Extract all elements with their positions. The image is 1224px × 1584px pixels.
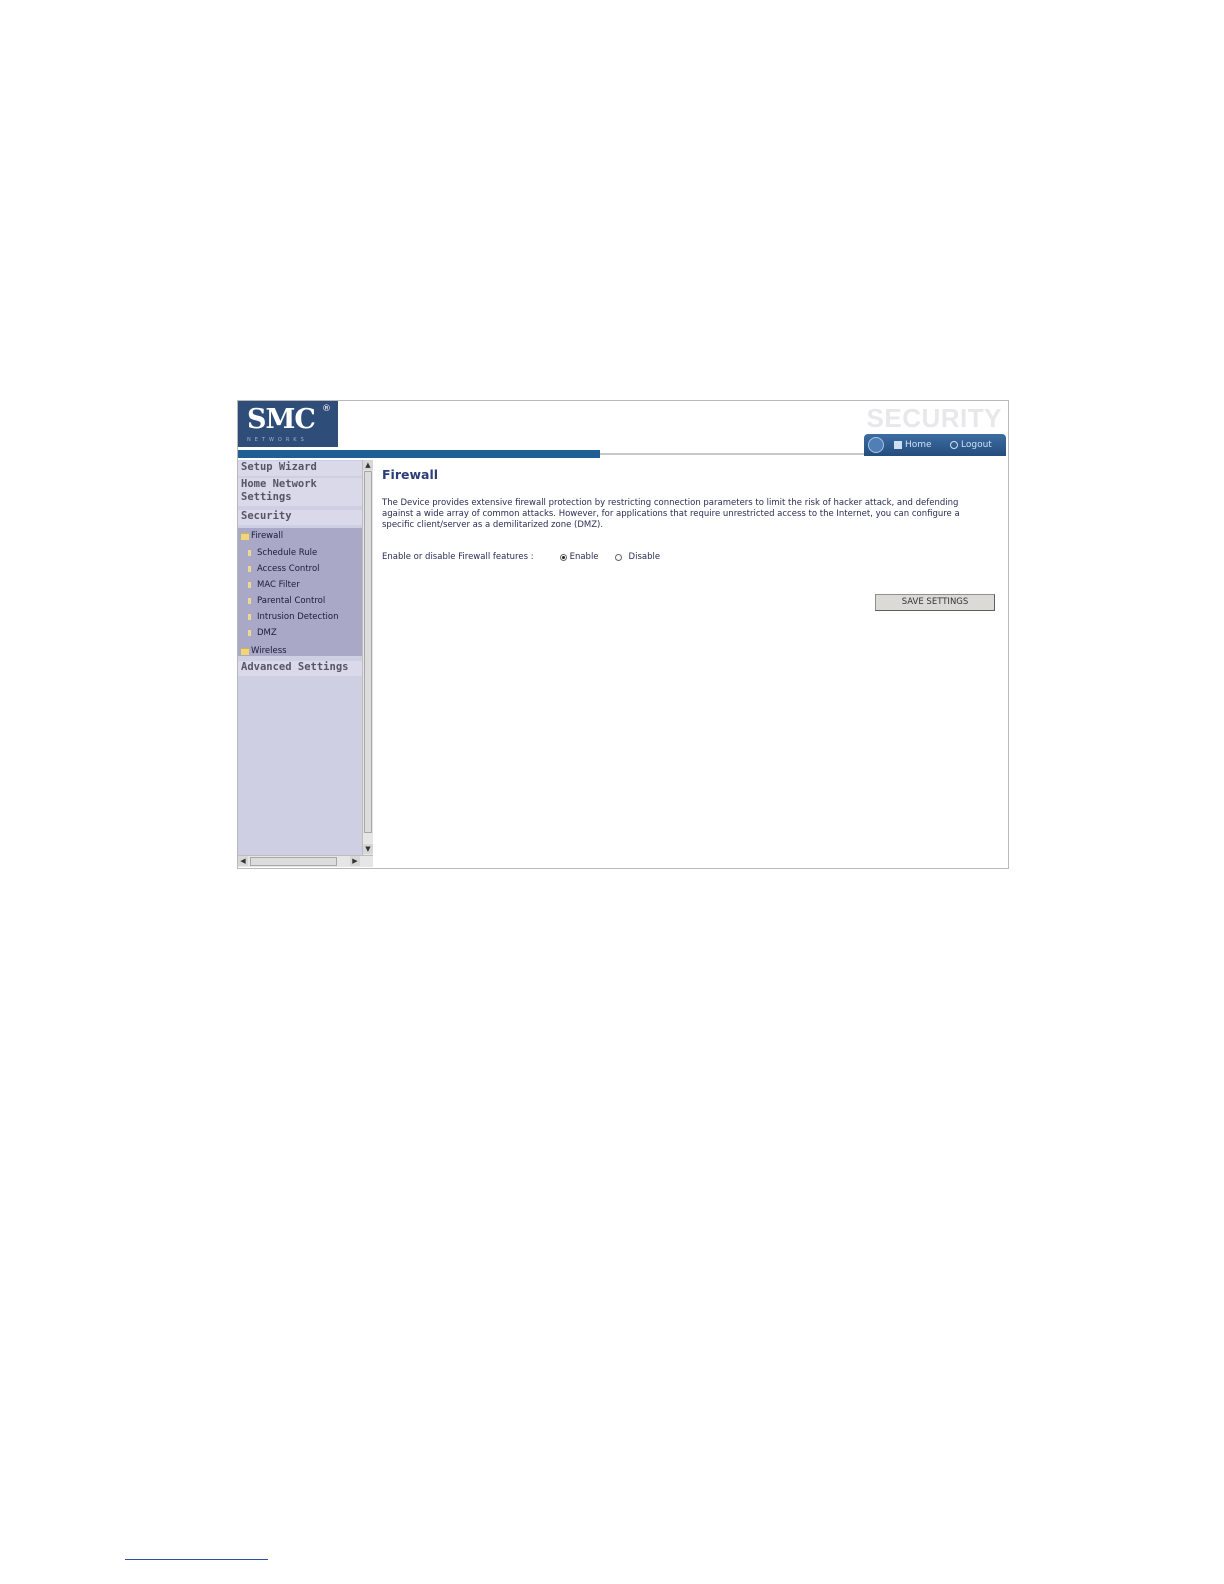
sidebar-item-advanced-settings[interactable]: Advanced Settings xyxy=(238,661,362,676)
sidebar-item-intrusion-detection[interactable]: Intrusion Detection xyxy=(248,612,338,622)
sidebar-item-label: MAC Filter xyxy=(257,580,300,590)
sidebar-item-label: Parental Control xyxy=(257,596,326,606)
home-link-label: Home xyxy=(905,440,932,450)
sidebar-vertical-scrollbar[interactable]: ▲ ▼ xyxy=(362,460,373,855)
scroll-left-icon[interactable]: ◀ xyxy=(238,856,248,866)
header: SMC ® NETWORKS SECURITY Home Logout xyxy=(238,401,1008,459)
scroll-up-icon[interactable]: ▲ xyxy=(363,460,373,470)
disable-option[interactable]: Disable xyxy=(614,552,661,562)
logout-link-label: Logout xyxy=(961,440,992,450)
logout-icon xyxy=(950,441,958,449)
logo-text: SMC xyxy=(247,404,316,435)
sidebar-item-home-network[interactable]: Home Network Settings xyxy=(238,478,362,506)
leaf-icon xyxy=(248,630,251,636)
browser-screenshot: SMC ® NETWORKS SECURITY Home Logout Setu… xyxy=(237,400,1009,869)
sidebar-item-label: Schedule Rule xyxy=(257,548,318,558)
logo-tagline: NETWORKS xyxy=(247,437,308,443)
sidebar-item-label: DMZ xyxy=(257,628,277,638)
scroll-right-icon[interactable]: ▶ xyxy=(350,856,360,866)
home-icon xyxy=(894,441,902,449)
sidebar-item-label: Wireless xyxy=(251,646,287,656)
scroll-down-icon[interactable]: ▼ xyxy=(363,844,373,854)
main-content: Firewall The Device provides extensive f… xyxy=(382,467,998,563)
folder-icon xyxy=(241,647,249,655)
sidebar-item-label: Firewall xyxy=(251,531,284,541)
folder-open-icon xyxy=(241,532,249,540)
globe-icon xyxy=(868,437,884,453)
firewall-toggle-row: Enable or disable Firewall features : En… xyxy=(382,551,998,563)
sidebar-item-setup-wizard[interactable]: Setup Wizard xyxy=(238,461,362,476)
save-settings-button[interactable]: SAVE SETTINGS xyxy=(875,594,995,611)
sidebar-item-label: Access Control xyxy=(257,564,320,574)
security-submenu: Firewall Schedule Rule Access Control MA… xyxy=(238,528,362,656)
top-nav-tab: Home Logout xyxy=(864,434,1006,456)
section-title: SECURITY xyxy=(866,403,1002,433)
sidebar-item-firewall[interactable]: Firewall xyxy=(241,531,283,541)
sidebar-item-label: Intrusion Detection xyxy=(257,612,339,622)
scrollbar-thumb[interactable] xyxy=(364,471,372,833)
logo-registered-mark: ® xyxy=(322,404,331,414)
firewall-toggle-label: Enable or disable Firewall features : xyxy=(382,552,534,562)
sidebar-horizontal-scrollbar[interactable]: ◀ ▶ xyxy=(238,855,373,867)
leaf-icon xyxy=(248,614,251,620)
smc-logo[interactable]: SMC ® NETWORKS xyxy=(238,401,338,447)
leaf-icon xyxy=(248,598,251,604)
header-accent-bar xyxy=(238,450,600,458)
enable-radio[interactable] xyxy=(559,553,567,561)
sidebar-item-parental-control[interactable]: Parental Control xyxy=(248,596,325,606)
disable-label: Disable xyxy=(628,552,661,562)
enable-label: Enable xyxy=(569,552,599,562)
sidebar-item-wireless[interactable]: Wireless xyxy=(241,646,287,656)
sidebar: Setup Wizard Home Network Settings Secur… xyxy=(238,460,362,855)
page-description: The Device provides extensive firewall p… xyxy=(382,498,960,530)
enable-option[interactable]: Enable xyxy=(559,552,599,562)
leaf-icon xyxy=(248,582,251,588)
sidebar-item-schedule-rule[interactable]: Schedule Rule xyxy=(248,548,317,558)
home-link[interactable]: Home xyxy=(894,438,932,452)
header-divider xyxy=(600,453,866,455)
leaf-icon xyxy=(248,566,251,572)
disable-radio[interactable] xyxy=(614,553,622,561)
sidebar-item-security[interactable]: Security xyxy=(238,510,362,525)
page-title: Firewall xyxy=(382,467,439,482)
scrollbar-thumb[interactable] xyxy=(250,857,337,866)
leaf-icon xyxy=(248,550,251,556)
footer-rule xyxy=(125,1559,268,1560)
logout-link[interactable]: Logout xyxy=(950,438,992,452)
sidebar-item-access-control[interactable]: Access Control xyxy=(248,564,320,574)
sidebar-item-mac-filter[interactable]: MAC Filter xyxy=(248,580,300,590)
sidebar-item-dmz[interactable]: DMZ xyxy=(248,628,277,638)
